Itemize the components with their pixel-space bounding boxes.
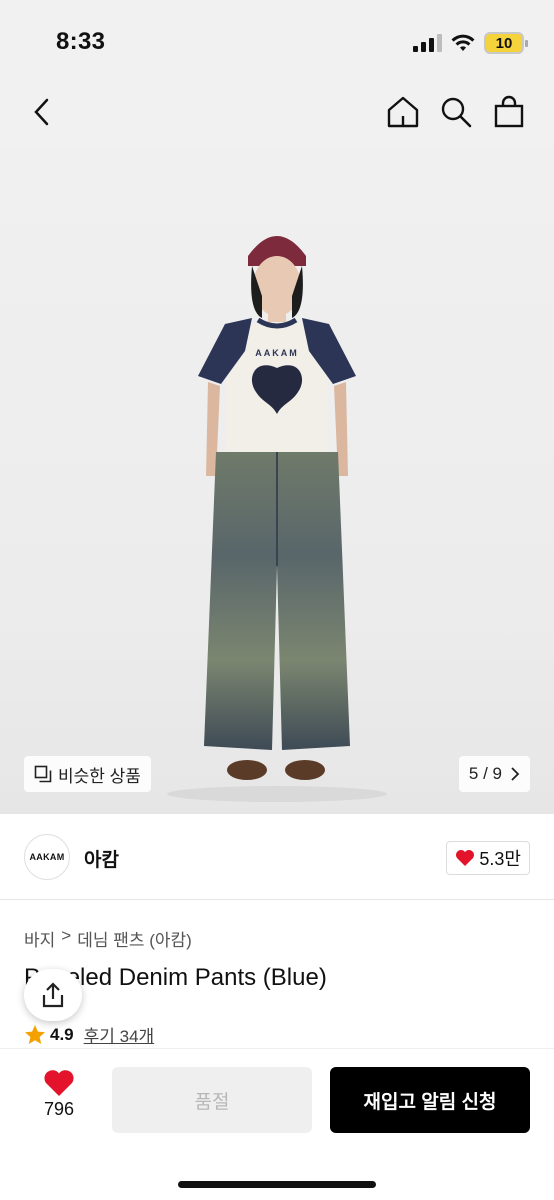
shirt-print-text: AAKAM (255, 348, 299, 358)
wishlist-count: 796 (43, 1099, 75, 1119)
heart-icon (44, 1070, 74, 1096)
brand-like-button[interactable]: 5.3만 (446, 841, 530, 875)
brand-logo[interactable]: AAKAM (24, 834, 70, 880)
home-button[interactable] (383, 92, 423, 132)
product-image[interactable]: AAKAM 비슷한 상품 5 / 9 (0, 146, 554, 814)
restock-alert-button[interactable]: 재입고 알림 신청 (330, 1067, 530, 1133)
share-icon (42, 982, 64, 1008)
search-button[interactable] (436, 92, 476, 132)
status-time: 8:33 (56, 28, 106, 55)
brand-name[interactable]: 아캄 (84, 845, 119, 872)
model-photo: AAKAM (167, 236, 387, 802)
image-pager[interactable]: 5 / 9 (458, 756, 530, 792)
rating-value: 4.9 (50, 1024, 74, 1044)
home-icon (387, 96, 419, 128)
rating-row: 4.9 후기 34개 (24, 1022, 154, 1047)
star-icon (25, 1024, 45, 1044)
breadcrumb: 바지 > 데님 팬츠 (아캄) (24, 926, 192, 951)
wifi-icon (451, 34, 475, 51)
shopping-bag-button[interactable] (489, 92, 529, 132)
breadcrumb-separator: > (61, 926, 72, 945)
soldout-button: 품절 (112, 1067, 312, 1133)
pager-text: 5 / 9 (468, 764, 502, 783)
similar-items-icon (34, 765, 52, 783)
brand-logo-text: AAKAM (29, 852, 65, 862)
brand-like-count: 5.3만 (479, 849, 521, 869)
bottom-action-bar: 796 품절 재입고 알림 신청 (0, 1048, 554, 1200)
shopping-bag-icon (494, 95, 524, 128)
review-count-link[interactable]: 후기 34개 (84, 1022, 155, 1047)
search-icon (441, 97, 472, 128)
status-bar: 8:33 10 (0, 0, 554, 80)
breadcrumb-subcategory[interactable]: 데님 팬츠 (아캄) (77, 926, 192, 951)
chevron-left-icon (34, 98, 49, 126)
chevron-right-icon (511, 767, 520, 781)
similar-products-label: 비슷한 상품 (58, 766, 141, 786)
brand-row: AAKAM 아캄 5.3만 (0, 814, 554, 900)
wishlist-button[interactable]: 796 (28, 1069, 90, 1120)
share-button[interactable] (24, 969, 82, 1021)
status-icons: 10 (413, 32, 528, 54)
back-button[interactable] (22, 92, 62, 132)
heart-icon (456, 850, 475, 866)
battery-icon: 10 (484, 32, 528, 54)
nav-bar (0, 80, 554, 146)
cellular-signal-icon (413, 34, 442, 52)
home-indicator (178, 1181, 376, 1188)
similar-products-button[interactable]: 비슷한 상품 (24, 756, 151, 792)
breadcrumb-category[interactable]: 바지 (24, 926, 55, 951)
